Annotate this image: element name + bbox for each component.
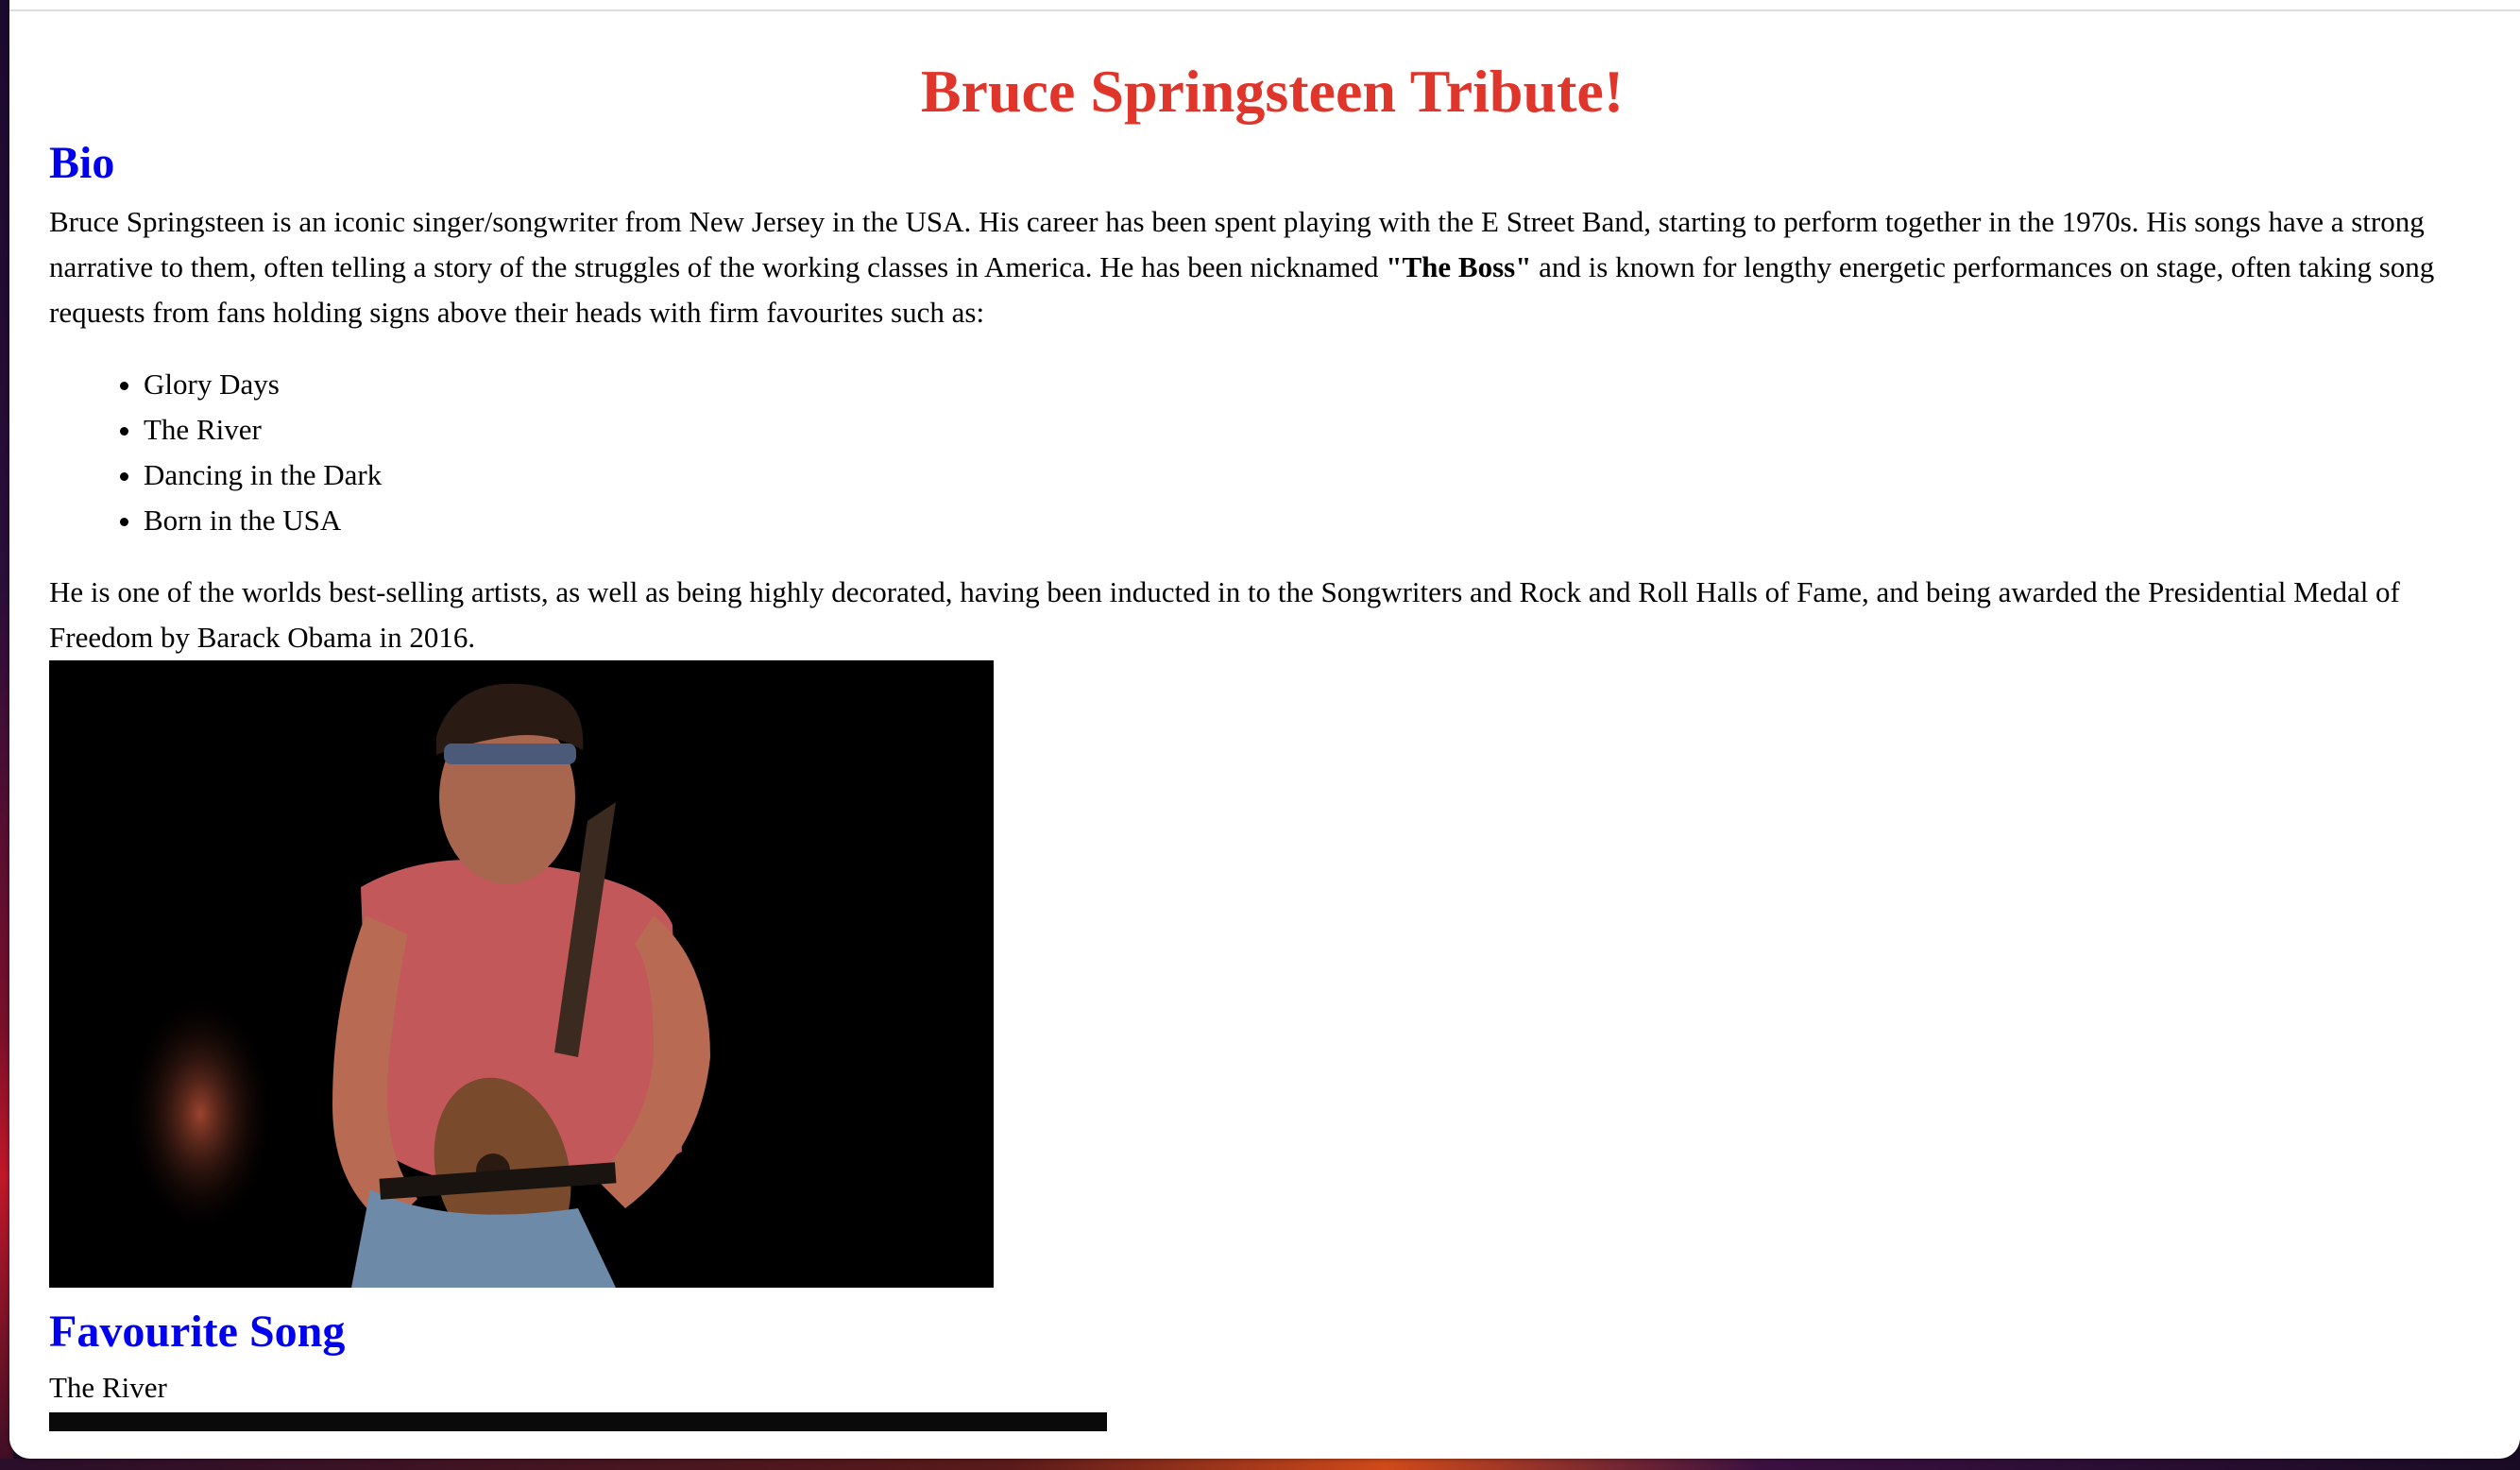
nickname: "The Boss" — [1386, 250, 1532, 284]
favourite-song-heading: Favourite Song — [49, 1307, 346, 1358]
desktop-wallpaper-bottom — [0, 1459, 2520, 1470]
list-item: Born in the USA — [144, 498, 2495, 543]
list-item: The River — [144, 407, 2495, 453]
bio-closing: He is one of the worlds best-selling art… — [49, 575, 2400, 655]
browser-window: Bruce Springsteen Tribute! Bio Bruce Spr… — [9, 0, 2520, 1459]
favourite-songs-list: Glory Days The River Dancing in the Dark… — [49, 362, 2495, 543]
page-title: Bruce Springsteen Tribute! — [920, 58, 1625, 125]
page-content: Bruce Springsteen Tribute! Bio Bruce Spr… — [49, 11, 2495, 1431]
video-embed-top[interactable] — [49, 1411, 1107, 1431]
list-item: Dancing in the Dark — [144, 453, 2495, 498]
list-item: Glory Days — [144, 362, 2495, 407]
bio-intro: Bruce Springsteen is an iconic singer/so… — [49, 199, 2495, 335]
favourite-song-name: The River — [49, 1370, 167, 1404]
guitarist-photo — [49, 660, 994, 1289]
bio-heading: Bio — [49, 137, 115, 188]
guitarist-photo-icon — [49, 660, 994, 1289]
